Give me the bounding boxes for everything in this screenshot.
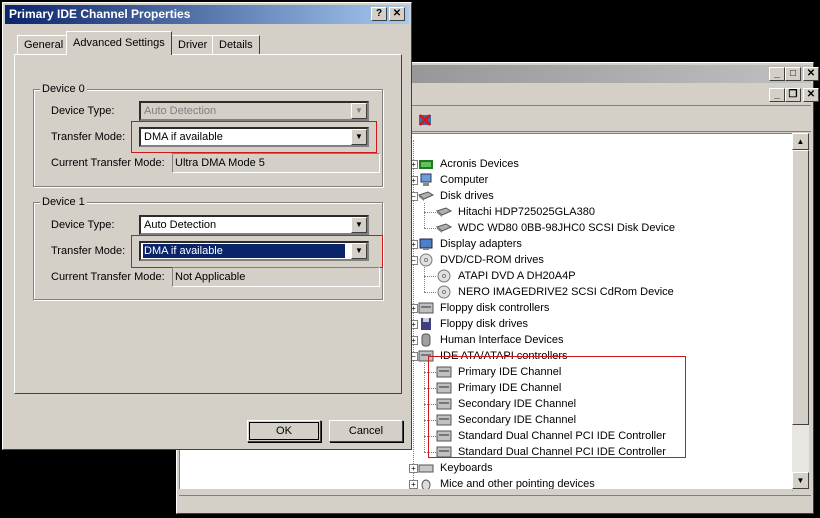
device-0-type-select: Auto Detection ▼ (139, 101, 369, 121)
dialog-close-button[interactable]: ✕ (389, 7, 405, 21)
device-0-title: Device 0 (40, 82, 87, 96)
tree-node-label: NERO IMAGEDRIVE2 SCSI CdRom Device (458, 286, 674, 298)
device-1-type-select[interactable]: Auto Detection ▼ (139, 215, 369, 235)
tree-node-label: Computer (440, 174, 489, 186)
close-button[interactable]: ✕ (803, 67, 819, 81)
device-0-current-value: Ultra DMA Mode 5 (172, 153, 380, 173)
disk-drive-icon (436, 223, 452, 233)
device-1-transfer-label: Transfer Mode: (51, 245, 126, 257)
computer-icon (420, 173, 432, 186)
display-adapter-icon (419, 238, 433, 250)
tree-connector (424, 228, 436, 229)
tree-node-label: WDC WD80 0BB-98JHC0 SCSI Disk Device (458, 222, 675, 234)
device-1-title: Device 1 (40, 195, 87, 209)
dialog-titlebar[interactable]: Primary IDE Channel Properties (5, 5, 409, 24)
minimize-button[interactable]: _ (769, 67, 785, 81)
device-0-type-value: Auto Detection (144, 105, 217, 117)
tree-node-label: Display adapters (440, 238, 522, 250)
ok-button[interactable]: OK (247, 420, 321, 442)
tree-connector (424, 363, 425, 452)
help-button[interactable]: ? (371, 7, 387, 21)
dialog-title: Primary IDE Channel Properties (9, 7, 191, 21)
scroll-thumb[interactable] (792, 150, 809, 425)
tab-details[interactable]: Details (212, 35, 260, 55)
chevron-down-icon[interactable]: ▼ (351, 217, 367, 233)
vertical-scrollbar[interactable]: ▲ ▼ (792, 133, 809, 489)
scroll-up-icon[interactable]: ▲ (792, 133, 809, 150)
tab-advanced-settings[interactable]: Advanced Settings (66, 31, 172, 55)
uninstall-device-icon[interactable] (417, 113, 433, 127)
cancel-button[interactable]: Cancel (329, 420, 403, 442)
device-1-type-label: Device Type: (51, 219, 115, 231)
device-1-current-value: Not Applicable (172, 267, 380, 287)
tree-node-label: Floppy disk drives (440, 318, 529, 330)
child-minimize-button[interactable]: _ (769, 88, 785, 102)
chevron-down-icon: ▼ (351, 103, 367, 119)
tree-node-label: ATAPI DVD A DH20A4P (458, 270, 576, 282)
highlight-box (131, 121, 377, 153)
device-0-current-label: Current Transfer Mode: (51, 157, 165, 169)
child-close-button[interactable]: ✕ (803, 88, 819, 102)
tree-node-label: Floppy disk controllers (440, 302, 550, 314)
keyboard-icon (418, 464, 434, 473)
device-1-current-label: Current Transfer Mode: (51, 271, 165, 283)
tree-node-label: Human Interface Devices (440, 334, 564, 346)
highlight-box (131, 235, 383, 268)
tab-driver[interactable]: Driver (171, 35, 215, 55)
cdrom-icon (419, 253, 433, 267)
disk-drive-icon (436, 207, 452, 217)
device-0-type-label: Device Type: (51, 105, 115, 117)
device-1-type-value: Auto Detection (144, 219, 217, 231)
tree-connector (424, 292, 436, 293)
hid-icon (421, 333, 431, 347)
tree-connector (424, 267, 425, 292)
child-restore-button[interactable]: ❐ (785, 88, 801, 102)
expand-icon[interactable]: + (409, 464, 418, 473)
tree-node-label: Acronis Devices (440, 158, 519, 170)
tree-node-label: Keyboards (440, 462, 493, 474)
tree-node-label: DVD/CD-ROM drives (440, 254, 544, 266)
tree-connector (424, 276, 436, 277)
tree-node-label: Hitachi HDP725025GLA380 (458, 206, 595, 218)
maximize-button[interactable]: □ (785, 67, 801, 81)
status-bar (179, 495, 811, 513)
tree-connector (424, 203, 425, 228)
tab-general[interactable]: General (17, 35, 71, 55)
tree-node-label: Disk drives (440, 190, 494, 202)
scroll-down-icon[interactable]: ▼ (792, 472, 809, 489)
floppy-icon (421, 318, 431, 330)
controller-icon (418, 302, 434, 314)
cdrom-icon (437, 285, 451, 299)
tree-connector (424, 212, 436, 213)
acronis-icon (419, 160, 433, 169)
disk-drive-icon (418, 191, 434, 201)
expand-icon[interactable]: + (409, 480, 418, 489)
cdrom-icon (437, 269, 451, 283)
properties-dialog: Primary IDE Channel Properties ? ✕ Gener… (2, 2, 412, 450)
device-0-transfer-label: Transfer Mode: (51, 131, 126, 143)
highlight-box (428, 356, 686, 458)
